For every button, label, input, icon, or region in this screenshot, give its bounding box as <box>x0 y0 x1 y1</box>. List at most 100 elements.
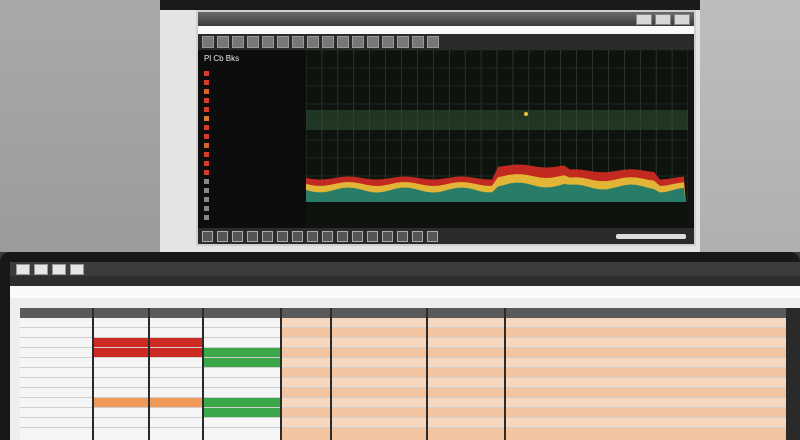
toolbar-tool-icon[interactable] <box>412 36 424 48</box>
channel-item[interactable] <box>204 213 300 222</box>
table-cell[interactable] <box>332 408 426 418</box>
table-cell[interactable] <box>506 328 786 338</box>
table-cell[interactable] <box>428 358 504 368</box>
window-tab[interactable] <box>52 263 66 275</box>
table-cell[interactable] <box>204 368 280 378</box>
maximize-button[interactable] <box>655 14 671 25</box>
table-cell[interactable] <box>204 418 280 428</box>
table-cell[interactable] <box>20 388 92 398</box>
table-cell[interactable] <box>282 368 330 378</box>
table-cell[interactable] <box>204 398 280 408</box>
status-button[interactable] <box>382 230 393 242</box>
table-cell[interactable] <box>204 378 280 388</box>
status-button[interactable] <box>412 230 423 242</box>
table-cell[interactable] <box>506 368 786 378</box>
table-cell[interactable] <box>20 358 92 368</box>
table-cell[interactable] <box>282 388 330 398</box>
table-cell[interactable] <box>282 408 330 418</box>
table-cell[interactable] <box>428 328 504 338</box>
status-button[interactable] <box>262 230 273 242</box>
table-cell[interactable] <box>150 418 202 428</box>
table-cell[interactable] <box>204 338 280 348</box>
toolbar-tool-icon[interactable] <box>217 36 229 48</box>
table-cell[interactable] <box>332 398 426 408</box>
channel-item[interactable] <box>204 159 300 168</box>
table-cell[interactable] <box>428 318 504 328</box>
table-cell[interactable] <box>20 418 92 428</box>
table-cell[interactable] <box>20 348 92 358</box>
column-header[interactable] <box>94 308 148 318</box>
channel-item[interactable] <box>204 141 300 150</box>
column-header[interactable] <box>20 308 92 318</box>
status-button[interactable] <box>307 230 318 242</box>
channel-item[interactable] <box>204 123 300 132</box>
table-cell[interactable] <box>282 328 330 338</box>
status-button[interactable] <box>292 230 303 242</box>
channel-item[interactable] <box>204 132 300 141</box>
status-button[interactable] <box>352 230 363 242</box>
table-cell[interactable] <box>428 368 504 378</box>
zoom-slider[interactable] <box>616 233 686 239</box>
toolbar-tool-icon[interactable] <box>397 36 409 48</box>
status-button[interactable] <box>247 230 258 242</box>
toolbar-tool-icon[interactable] <box>247 36 259 48</box>
toolbar-tool-icon[interactable] <box>352 36 364 48</box>
table-cell[interactable] <box>150 318 202 328</box>
channel-item[interactable] <box>204 96 300 105</box>
close-button[interactable] <box>674 14 690 25</box>
status-button[interactable] <box>232 230 243 242</box>
table-cell[interactable] <box>428 418 504 428</box>
window-tab[interactable] <box>70 263 84 275</box>
table-cell[interactable] <box>94 418 148 428</box>
table-cell[interactable] <box>428 398 504 408</box>
column-header[interactable] <box>150 308 202 318</box>
column-header[interactable] <box>204 308 280 318</box>
channel-item[interactable] <box>204 114 300 123</box>
table-cell[interactable] <box>94 378 148 388</box>
window-tab[interactable] <box>16 263 30 275</box>
table-cell[interactable] <box>282 398 330 408</box>
status-button[interactable] <box>367 230 378 242</box>
toolbar-tool-icon[interactable] <box>382 36 394 48</box>
column-header[interactable] <box>428 308 504 318</box>
table-cell[interactable] <box>428 338 504 348</box>
table-cell[interactable] <box>20 398 92 408</box>
table-cell[interactable] <box>204 348 280 358</box>
table-cell[interactable] <box>150 368 202 378</box>
table-cell[interactable] <box>204 388 280 398</box>
table-cell[interactable] <box>428 378 504 388</box>
table-cell[interactable] <box>428 348 504 358</box>
table-cell[interactable] <box>428 408 504 418</box>
table-cell[interactable] <box>150 388 202 398</box>
table-cell[interactable] <box>332 378 426 388</box>
toolbar-tool-icon[interactable] <box>262 36 274 48</box>
table-cell[interactable] <box>20 338 92 348</box>
toolbar-tool-icon[interactable] <box>232 36 244 48</box>
toolbar-tool-icon[interactable] <box>322 36 334 48</box>
table-cell[interactable] <box>204 328 280 338</box>
table-cell[interactable] <box>20 368 92 378</box>
spectrum-plot[interactable] <box>305 49 694 231</box>
table-cell[interactable] <box>332 358 426 368</box>
table-cell[interactable] <box>506 418 786 428</box>
table-cell[interactable] <box>332 328 426 338</box>
status-button[interactable] <box>337 230 348 242</box>
table-cell[interactable] <box>20 408 92 418</box>
table-cell[interactable] <box>282 358 330 368</box>
window-tab[interactable] <box>34 263 48 275</box>
table-cell[interactable] <box>282 348 330 358</box>
channel-item[interactable] <box>204 69 300 78</box>
channel-item[interactable] <box>204 150 300 159</box>
table-cell[interactable] <box>282 378 330 388</box>
table-cell[interactable] <box>204 358 280 368</box>
toolbar-tool-icon[interactable] <box>337 36 349 48</box>
table-cell[interactable] <box>332 348 426 358</box>
column-header[interactable] <box>506 308 786 318</box>
channel-item[interactable] <box>204 195 300 204</box>
table-cell[interactable] <box>332 388 426 398</box>
table-cell[interactable] <box>150 408 202 418</box>
channel-item[interactable] <box>204 168 300 177</box>
status-button[interactable] <box>322 230 333 242</box>
toolbar-tool-icon[interactable] <box>367 36 379 48</box>
table-cell[interactable] <box>150 338 202 348</box>
